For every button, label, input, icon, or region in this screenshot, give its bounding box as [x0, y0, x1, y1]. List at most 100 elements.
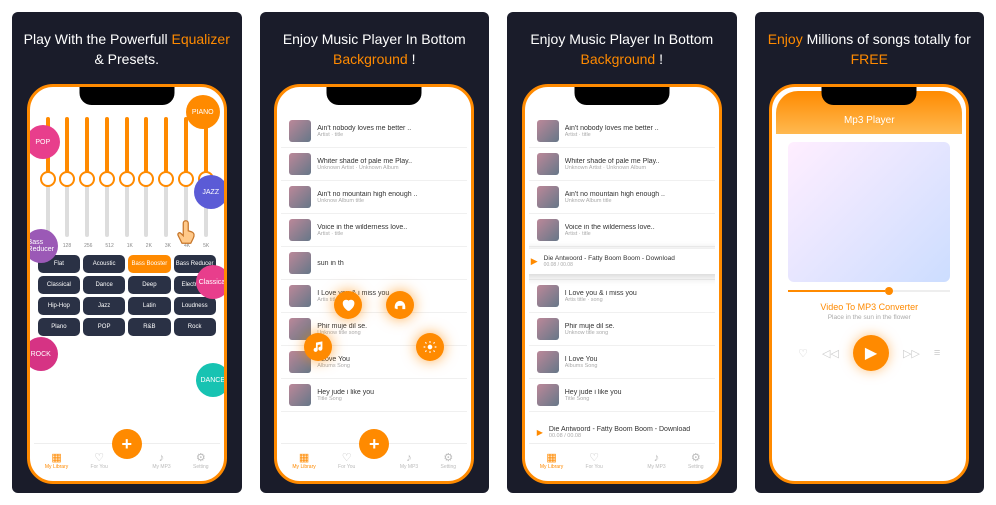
- radial-settings-button[interactable]: [416, 333, 444, 361]
- preset-button[interactable]: Loudness: [174, 297, 216, 315]
- preset-button[interactable]: Acoustic: [83, 255, 125, 273]
- preset-grid: FlatAcousticBass BoosterBass ReducerClas…: [34, 251, 220, 340]
- nav-item[interactable]: ♡For You: [586, 451, 603, 470]
- preset-button[interactable]: R&B: [128, 318, 170, 336]
- preset-button[interactable]: Dance: [83, 276, 125, 294]
- next-button[interactable]: ▷▷: [903, 347, 920, 360]
- song-row[interactable]: I Love YouAlbums Song: [529, 346, 715, 379]
- song-subtitle: Artist · title: [565, 231, 707, 237]
- preset-button[interactable]: Deep: [128, 276, 170, 294]
- previous-button[interactable]: ◁◁: [822, 347, 839, 360]
- album-art: [788, 142, 950, 282]
- preset-button[interactable]: POP: [83, 318, 125, 336]
- nav-item[interactable]: ⚙Setting: [688, 451, 704, 470]
- song-thumbnail: [537, 120, 559, 142]
- bottom-nav: ▦My Library ♡For You ♪My MP3 ⚙Setting: [529, 443, 715, 477]
- nav-item[interactable]: ▦My Library: [292, 451, 315, 470]
- nav-label: My Library: [540, 464, 563, 470]
- eq-slider[interactable]: [85, 117, 89, 237]
- song-row[interactable]: I Love you & i miss youArtis title · son…: [529, 280, 715, 313]
- genre-bubble: PIANO: [186, 95, 220, 129]
- nav-item[interactable]: ⚙Setting: [193, 451, 209, 470]
- radial-music-button[interactable]: [304, 333, 332, 361]
- nav-label: My Library: [45, 464, 68, 470]
- preset-button[interactable]: Jazz: [83, 297, 125, 315]
- song-thumbnail: [537, 219, 559, 241]
- mini-player-overlay[interactable]: ▶ Die Antwoord - Fatty Boom Boom - Downl…: [529, 249, 715, 274]
- nav-item[interactable]: ⚙Setting: [441, 451, 457, 470]
- headline: Play With the Powerfull Equalizer & Pres…: [20, 30, 234, 70]
- genre-bubble: Classical: [196, 265, 227, 299]
- radial-headphones-button[interactable]: [386, 291, 414, 319]
- song-subtitle: Unknown Artist · Unknown Album: [565, 165, 707, 171]
- nav-label: My MP3: [152, 464, 170, 470]
- phone-frame: 641282565121K2K3K4K5K FlatAcousticBass B…: [27, 84, 227, 484]
- song-thumbnail: [289, 219, 311, 241]
- nav-item[interactable]: ▦My Library: [45, 451, 68, 470]
- bottom-mini-player[interactable]: ▶ Die Antwoord - Fatty Boom Boom - Downl…: [529, 422, 715, 443]
- now-playing-title: Video To MP3 Converter: [776, 302, 962, 312]
- eq-slider[interactable]: [65, 117, 69, 237]
- mini-player-title: Die Antwoord - Fatty Boom Boom - Downloa…: [544, 255, 713, 262]
- headline: Enjoy Millions of songs totally for FREE: [763, 30, 977, 70]
- song-row[interactable]: Ain't nobody loves me better ..Artist · …: [281, 115, 467, 148]
- eq-slider[interactable]: [125, 117, 129, 237]
- song-row[interactable]: Phir muje dil se.Unknow title song: [529, 313, 715, 346]
- nav-icon: ♪: [647, 452, 665, 464]
- add-fab-button[interactable]: +: [112, 429, 142, 459]
- nav-item[interactable]: ▦My Library: [540, 451, 563, 470]
- song-thumbnail: [537, 186, 559, 208]
- nav-item[interactable]: ♪My MP3: [400, 452, 418, 470]
- promo-panel-background-radial: Enjoy Music Player In Bottom Background …: [260, 12, 490, 493]
- song-row[interactable]: Whiter shade of pale me Play..Unknown Ar…: [281, 148, 467, 181]
- nav-label: Setting: [441, 464, 457, 470]
- add-fab-button[interactable]: +: [359, 429, 389, 459]
- pointing-hand-icon: [172, 217, 202, 247]
- song-title: sun in th: [317, 260, 459, 267]
- song-row[interactable]: Hey jude i like youTitle Song: [529, 379, 715, 412]
- nav-label: For You: [91, 464, 108, 470]
- eq-slider[interactable]: [164, 117, 168, 237]
- preset-button[interactable]: Rock: [174, 318, 216, 336]
- genre-bubble: POP: [27, 125, 60, 159]
- song-title: Ain't no mountain high enough ..: [565, 191, 707, 198]
- nav-icon: ♪: [152, 452, 170, 464]
- nav-item[interactable]: ♡For You: [338, 451, 355, 470]
- nav-item[interactable]: ♡For You: [91, 451, 108, 470]
- play-button[interactable]: ▶: [853, 335, 889, 371]
- song-row[interactable]: Ain't nobody loves me better ..Artist · …: [529, 115, 715, 148]
- play-icon[interactable]: ▶: [537, 428, 543, 437]
- phone-frame: Mp3 Player Video To MP3 Converter Place …: [769, 84, 969, 484]
- song-subtitle: Albums Song: [565, 363, 707, 369]
- preset-button[interactable]: Hip-Hop: [38, 297, 80, 315]
- song-subtitle: Unknow title song: [565, 330, 707, 336]
- song-row[interactable]: Ain't no mountain high enough ..Unknow A…: [529, 181, 715, 214]
- song-list-screen: Ain't nobody loves me better ..Artist · …: [529, 91, 715, 477]
- favorite-button[interactable]: ♡: [798, 347, 808, 360]
- song-row[interactable]: Voice in the wilderness love..Artist · t…: [281, 214, 467, 247]
- preset-button[interactable]: Plano: [38, 318, 80, 336]
- song-subtitle: Artist · title: [565, 132, 707, 138]
- player-screen: Mp3 Player Video To MP3 Converter Place …: [776, 91, 962, 477]
- preset-button[interactable]: Bass Booster: [128, 255, 170, 273]
- radial-favorite-button[interactable]: [334, 291, 362, 319]
- song-subtitle: Title Song: [565, 396, 707, 402]
- playlist-button[interactable]: ≡: [934, 347, 940, 359]
- nav-label: For You: [338, 464, 355, 470]
- song-row[interactable]: Voice in the wilderness love..Artist · t…: [529, 214, 715, 247]
- preset-button[interactable]: Classical: [38, 276, 80, 294]
- nav-item[interactable]: ♪My MP3: [647, 452, 665, 470]
- nav-icon: ♡: [586, 451, 603, 464]
- eq-slider[interactable]: [144, 117, 148, 237]
- song-row[interactable]: Whiter shade of pale me Play..Unknown Ar…: [529, 148, 715, 181]
- song-title: Ain't no mountain high enough ..: [317, 191, 459, 198]
- eq-slider[interactable]: [105, 117, 109, 237]
- song-thumbnail: [537, 351, 559, 373]
- now-playing-subtitle: Place in the sun in the flower: [776, 314, 962, 321]
- song-row[interactable]: Ain't no mountain high enough ..Unknow A…: [281, 181, 467, 214]
- preset-button[interactable]: Latin: [128, 297, 170, 315]
- play-icon[interactable]: ▶: [531, 256, 538, 267]
- progress-slider[interactable]: [788, 290, 950, 292]
- nav-item[interactable]: ♪My MP3: [152, 452, 170, 470]
- song-thumbnail: [537, 318, 559, 340]
